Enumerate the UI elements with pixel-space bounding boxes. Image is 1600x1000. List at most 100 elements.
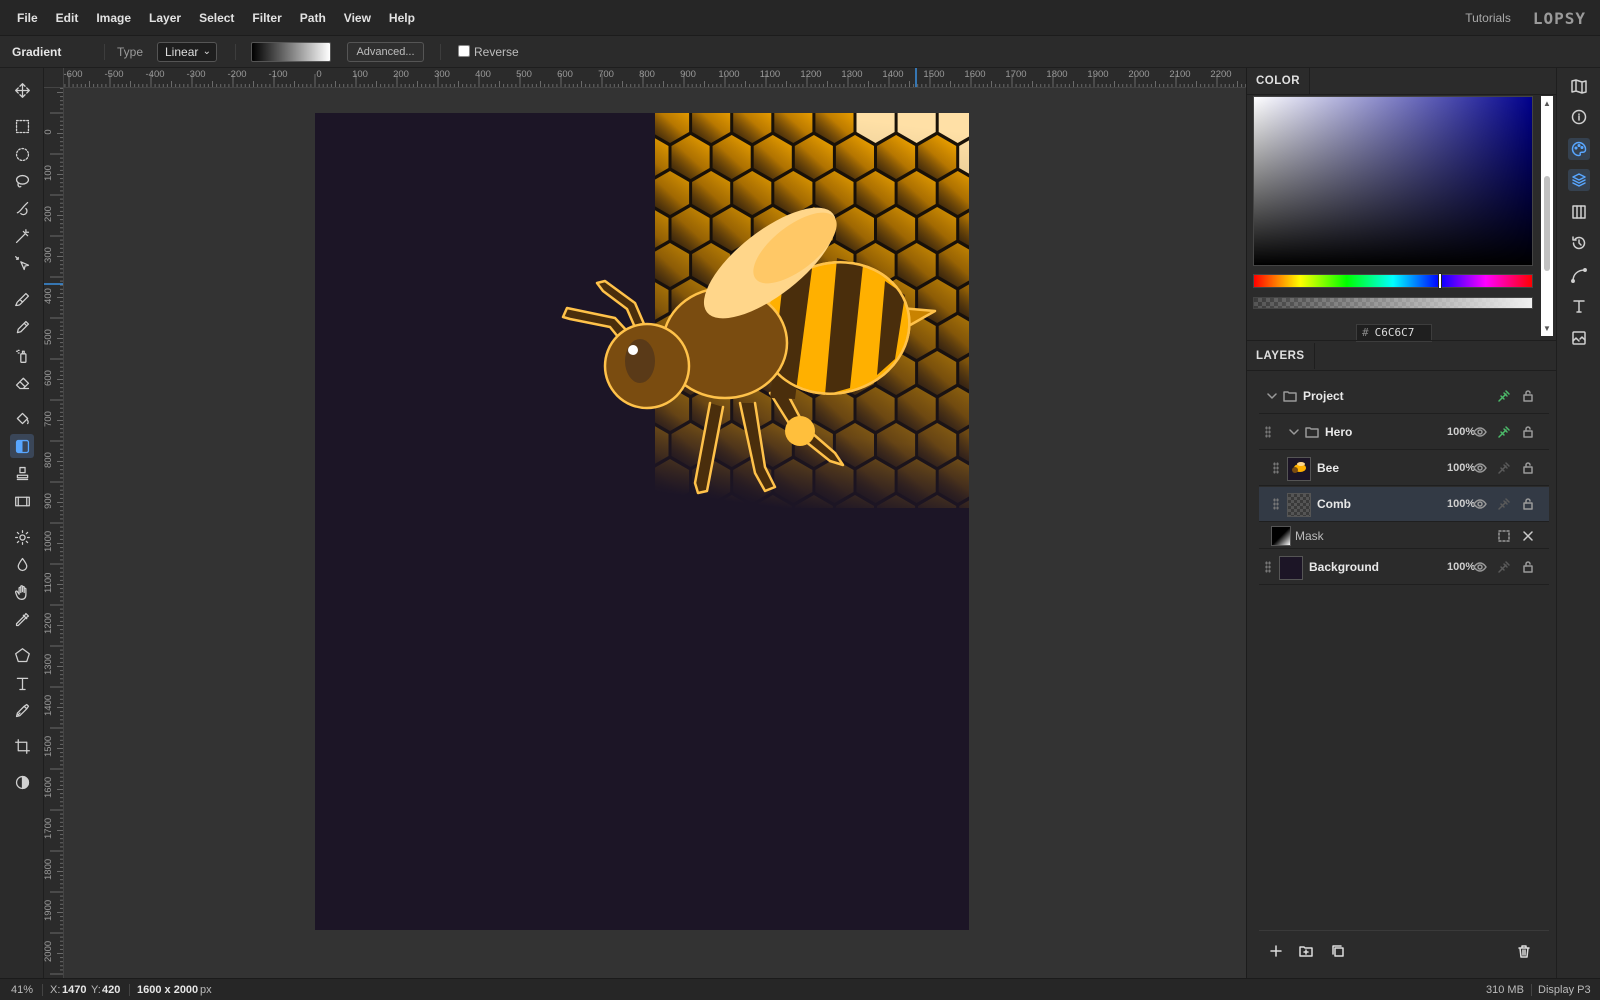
link-icon[interactable]: [1497, 389, 1511, 403]
link-icon[interactable]: [1497, 425, 1511, 439]
eye-icon[interactable]: [1473, 425, 1487, 439]
drag-handle-icon[interactable]: [1273, 462, 1279, 474]
eyedropper-tool[interactable]: [10, 607, 34, 631]
color-panel-scrollbar[interactable]: ▲ ▼: [1541, 96, 1553, 336]
hue-slider-handle[interactable]: [1438, 273, 1442, 289]
delete-layer-button[interactable]: [1517, 944, 1533, 960]
hue-slider[interactable]: [1253, 274, 1533, 288]
reverse-checkbox[interactable]: [458, 45, 470, 57]
document-canvas[interactable]: [315, 113, 969, 930]
chevron-down-icon[interactable]: [1265, 389, 1279, 403]
magic-wand-tool[interactable]: [10, 224, 34, 248]
advanced-button[interactable]: Advanced...: [347, 42, 424, 62]
menu-layer[interactable]: Layer: [140, 0, 190, 36]
add-layer-button[interactable]: [1269, 944, 1285, 960]
menu-path[interactable]: Path: [291, 0, 335, 36]
stamp-tool[interactable]: [10, 461, 34, 485]
lock-icon[interactable]: [1521, 461, 1535, 475]
pen-tool[interactable]: [10, 698, 34, 722]
menu-help[interactable]: Help: [380, 0, 424, 36]
color-panel-tab[interactable]: COLOR: [1247, 68, 1311, 94]
fill-tool[interactable]: [10, 406, 34, 430]
channels-button[interactable]: [1568, 201, 1590, 223]
eraser-tool[interactable]: [10, 370, 34, 394]
layer-row-mask[interactable]: Mask: [1259, 523, 1549, 549]
contrast-tool[interactable]: [10, 770, 34, 794]
rect-select-tool[interactable]: [10, 114, 34, 138]
eye-icon[interactable]: [1473, 461, 1487, 475]
layer-opacity[interactable]: 100%: [1447, 561, 1475, 573]
eye-icon[interactable]: [1473, 497, 1487, 511]
layer-opacity[interactable]: 100%: [1447, 426, 1475, 438]
menu-filter[interactable]: Filter: [243, 0, 290, 36]
add-folder-button[interactable]: [1299, 944, 1315, 960]
film-tool[interactable]: [10, 489, 34, 513]
ruler-label: 900: [44, 493, 54, 509]
object-select-tool[interactable]: [10, 251, 34, 275]
canvas-workspace[interactable]: [64, 88, 1246, 978]
hand-tool[interactable]: [10, 580, 34, 604]
link-icon[interactable]: [1497, 560, 1511, 574]
drag-handle-icon[interactable]: [1273, 498, 1279, 510]
text-tool[interactable]: [10, 671, 34, 695]
close-icon[interactable]: [1521, 529, 1535, 543]
alpha-slider[interactable]: [1253, 297, 1533, 309]
link-icon[interactable]: [1497, 497, 1511, 511]
layer-opacity[interactable]: 100%: [1447, 498, 1475, 510]
scroll-down-arrow[interactable]: ▼: [1543, 324, 1551, 333]
drag-handle-icon[interactable]: [1265, 561, 1271, 573]
layer-row-hero[interactable]: Hero 100%: [1259, 415, 1549, 450]
layer-row-bee[interactable]: Bee 100%: [1259, 451, 1549, 486]
saturation-value-field[interactable]: [1253, 96, 1533, 266]
menu-image[interactable]: Image: [87, 0, 140, 36]
gradient-type-select[interactable]: Linear ⌄: [157, 42, 217, 62]
menu-file[interactable]: File: [8, 0, 47, 36]
move-tool[interactable]: [10, 78, 34, 102]
color-panel-button[interactable]: [1568, 138, 1590, 160]
ellipse-select-tool[interactable]: [10, 142, 34, 166]
menu-edit[interactable]: Edit: [47, 0, 88, 36]
selection-icon[interactable]: [1497, 529, 1511, 543]
lock-icon[interactable]: [1521, 425, 1535, 439]
pencil-tool[interactable]: [10, 315, 34, 339]
image-adjust-button[interactable]: [1568, 327, 1590, 349]
layers-panel-button[interactable]: [1568, 169, 1590, 191]
tutorials-link[interactable]: Tutorials: [1465, 11, 1511, 25]
duplicate-layer-button[interactable]: [1331, 944, 1347, 960]
eye-icon[interactable]: [1473, 560, 1487, 574]
ruler-label: -200: [227, 69, 247, 80]
lock-icon[interactable]: [1521, 389, 1535, 403]
dodge-tool[interactable]: [10, 525, 34, 549]
spray-tool[interactable]: [10, 343, 34, 367]
menu-view[interactable]: View: [335, 0, 380, 36]
drag-handle-icon[interactable]: [1265, 426, 1271, 438]
history-button[interactable]: [1568, 232, 1590, 254]
layer-row-comb[interactable]: Comb 100%: [1259, 487, 1549, 522]
brush-tool[interactable]: [10, 287, 34, 311]
lock-icon[interactable]: [1521, 497, 1535, 511]
layers-panel-tab[interactable]: LAYERS: [1247, 343, 1315, 369]
layer-row-background[interactable]: Background 100%: [1259, 550, 1549, 585]
crop-tool[interactable]: [10, 734, 34, 758]
zoom-level[interactable]: 41%: [11, 984, 33, 996]
lock-icon[interactable]: [1521, 560, 1535, 574]
character-button[interactable]: [1568, 295, 1590, 317]
navigator-button[interactable]: [1568, 75, 1590, 97]
quick-select-tool[interactable]: [10, 196, 34, 220]
info-button[interactable]: [1568, 106, 1590, 128]
mask-thumbnail: [1271, 526, 1291, 546]
lasso-tool[interactable]: [10, 169, 34, 193]
layer-row-project[interactable]: Project: [1259, 379, 1549, 414]
menu-select[interactable]: Select: [190, 0, 243, 36]
polygon-tool[interactable]: [10, 643, 34, 667]
chevron-down-icon[interactable]: [1287, 425, 1301, 439]
paths-button[interactable]: [1568, 264, 1590, 286]
gradient-tool[interactable]: [10, 434, 34, 458]
scroll-up-arrow[interactable]: ▲: [1543, 99, 1551, 108]
scrollbar-thumb[interactable]: [1544, 176, 1550, 271]
gradient-preview-swatch[interactable]: [251, 42, 331, 62]
honeycomb-cell: [630, 567, 668, 611]
link-icon[interactable]: [1497, 461, 1511, 475]
blur-tool[interactable]: [10, 552, 34, 576]
layer-opacity[interactable]: 100%: [1447, 462, 1475, 474]
